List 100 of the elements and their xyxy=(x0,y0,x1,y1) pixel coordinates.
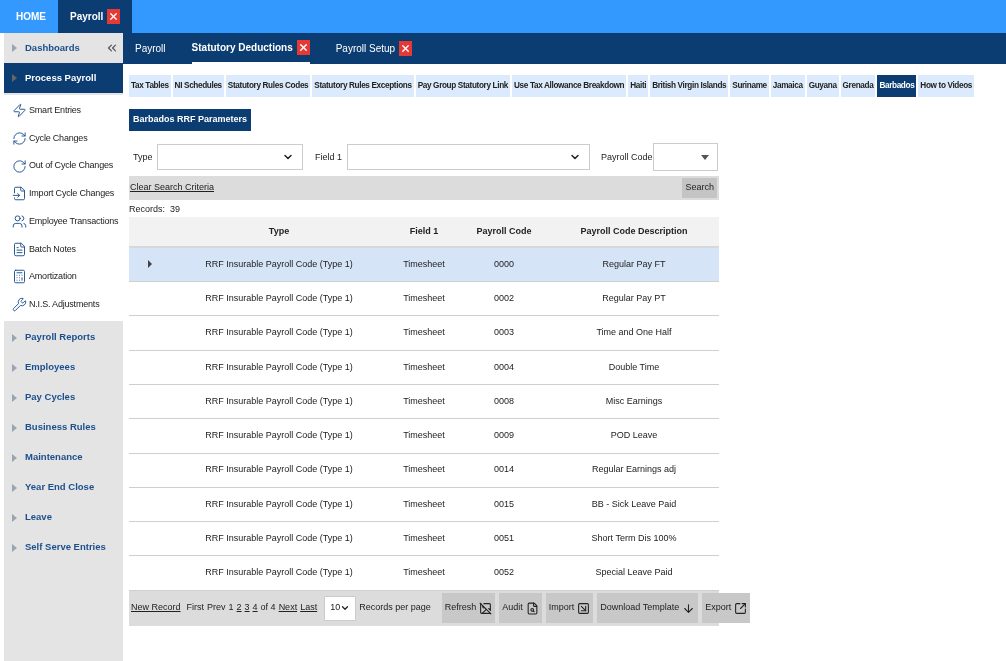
pager-text: 1 xyxy=(228,601,234,615)
module-tab[interactable]: Statutory Deductions xyxy=(191,33,310,64)
sub-tab[interactable]: British Virgin Islands xyxy=(650,75,729,97)
sidebar-item[interactable]: Year End Close xyxy=(4,472,123,503)
column-header[interactable]: Field 1 xyxy=(389,224,459,238)
search-button[interactable]: Search xyxy=(682,177,717,198)
pager-link[interactable]: 2 xyxy=(236,601,242,615)
sub-tab[interactable]: Statutory Rules Exceptions xyxy=(312,75,414,97)
close-button[interactable] xyxy=(107,9,121,24)
table-cell-text: Regular Earnings adj xyxy=(590,463,678,477)
sidebar-item[interactable]: Dashboards xyxy=(4,33,123,63)
close-button[interactable] xyxy=(296,40,310,55)
down-arrow-icon xyxy=(682,601,696,615)
sub-tab[interactable]: Pay Group Statutory Link xyxy=(415,75,510,97)
per-page-select[interactable]: 10 xyxy=(324,595,357,621)
table-cell-text: RRF Insurable Payroll Code (Type 1) xyxy=(204,532,354,545)
sidebar-item[interactable]: Self Serve Entries xyxy=(4,532,123,563)
table-cell-text: 0015 xyxy=(493,497,515,511)
table-cell-text: RRF Insurable Payroll Code (Type 1) xyxy=(204,291,354,305)
top-tab[interactable]: Payroll xyxy=(58,0,133,33)
table-cell-text: Special Leave Paid xyxy=(594,566,674,580)
table-cell-text: RRF Insurable Payroll Code (Type 1) xyxy=(204,257,354,271)
document-icon xyxy=(12,241,27,257)
caret-icon xyxy=(12,453,17,462)
toolbar-button[interactable]: Audit xyxy=(499,593,542,624)
table-cell-text: 0004 xyxy=(493,360,515,374)
sub-tab[interactable]: Jamaica xyxy=(770,75,805,97)
filter-label: Field 1 xyxy=(315,150,343,164)
toolbar-button[interactable]: Download Template xyxy=(597,593,699,624)
sub-tab[interactable]: NI Schedules xyxy=(172,75,224,97)
sidebar-item[interactable]: Pay Cycles xyxy=(4,382,123,413)
caret-icon xyxy=(12,74,17,82)
collapse-icon[interactable] xyxy=(105,41,119,55)
toolbar-button[interactable]: Export xyxy=(702,593,751,624)
section-button[interactable]: Barbados RRF Parameters xyxy=(129,108,252,131)
pager-text: Prev xyxy=(207,601,226,615)
sub-tab[interactable]: Suriname xyxy=(730,75,769,97)
toolbar-button[interactable]: Import xyxy=(545,593,594,624)
sub-tab[interactable]: Guyana xyxy=(806,75,839,97)
table-cell-text: 0000 xyxy=(493,257,515,271)
table-cell-text: Timesheet xyxy=(402,497,446,511)
table-cell-text: 0052 xyxy=(493,566,515,580)
sub-tab[interactable]: Use Tax Allowance Breakdown xyxy=(512,75,627,97)
sidebar-item[interactable]: Leave xyxy=(4,502,123,533)
sidebar-subitem[interactable]: Import Cycle Changes xyxy=(29,187,115,201)
sub-tab[interactable]: Haiti xyxy=(628,75,649,97)
pager-link[interactable]: 4 xyxy=(252,601,258,615)
table-cell-text: 0002 xyxy=(493,291,515,305)
clear-search-link[interactable]: Clear Search Criteria xyxy=(130,181,215,195)
column-header[interactable]: Payroll Code Description xyxy=(549,224,719,238)
sub-tab[interactable]: How to Videos xyxy=(918,75,975,97)
sidebar-item[interactable]: Employees xyxy=(4,352,123,383)
table-cell-text: Double Time xyxy=(607,360,661,374)
sidebar-subitem[interactable]: Amortization xyxy=(29,270,77,284)
table-cell-text: POD Leave xyxy=(609,429,659,443)
export-icon xyxy=(734,601,748,615)
table-cell-text: 0003 xyxy=(493,326,515,340)
import-icon xyxy=(12,186,27,202)
sidebar-item[interactable]: Business Rules xyxy=(4,412,123,443)
pager-link[interactable]: Last xyxy=(300,601,318,615)
pager-link[interactable]: 3 xyxy=(244,601,250,615)
column-header[interactable]: Type xyxy=(169,224,389,238)
table-cell-text: 0009 xyxy=(493,429,515,443)
sidebar-item[interactable]: Process Payroll xyxy=(4,63,123,93)
caret-icon xyxy=(12,333,17,342)
import-icon xyxy=(577,601,591,615)
toolbar-button[interactable]: Refresh xyxy=(441,593,496,624)
close-button[interactable] xyxy=(399,41,413,56)
sidebar-subitem[interactable]: Employee Transactions xyxy=(29,214,119,229)
pager-link[interactable]: Next xyxy=(278,601,298,615)
field1-select[interactable] xyxy=(347,144,590,171)
table-cell-text: Misc Earnings xyxy=(604,394,664,408)
sub-tab[interactable]: Barbados xyxy=(877,75,917,97)
expand-icon[interactable] xyxy=(148,260,152,269)
new-record-link[interactable]: New Record xyxy=(131,601,181,615)
module-tab[interactable]: Payroll xyxy=(135,33,166,64)
sidebar-subitem[interactable]: N.I.S. Adjustments xyxy=(29,297,100,312)
sub-tab[interactable]: Tax Tables xyxy=(129,75,171,97)
people-icon xyxy=(12,214,27,230)
sub-tab[interactable]: Statutory Rules Codes xyxy=(225,75,311,97)
pager-text: of 4 xyxy=(260,601,276,615)
sub-tab[interactable]: Grenada xyxy=(840,75,876,97)
table-cell-text: Timesheet xyxy=(402,291,446,305)
sidebar-item[interactable]: Maintenance xyxy=(4,442,123,473)
sidebar-subitem[interactable]: Smart Entries xyxy=(29,104,81,118)
per-page-label: Records per page xyxy=(359,601,431,615)
module-tab[interactable]: Payroll Setup xyxy=(335,33,413,64)
sidebar-subitem[interactable]: Batch Notes xyxy=(29,242,76,257)
table-cell-text: RRF Insurable Payroll Code (Type 1) xyxy=(204,360,354,374)
lightning-icon xyxy=(12,103,27,119)
sidebar-subitem[interactable]: Out of Cycle Changes xyxy=(29,159,114,173)
table-cell-text: Timesheet xyxy=(402,566,446,580)
sidebar-subitem[interactable]: Cycle Changes xyxy=(29,131,88,146)
table-cell-text: Short Term Dis 100% xyxy=(590,532,678,545)
table-cell-text: Regular Pay FT xyxy=(601,257,667,271)
table-row[interactable]: RRF Insurable Payroll Code (Type 1) Timesheet 0000 Regular Pay FT xyxy=(129,247,719,283)
table-cell-text: Timesheet xyxy=(402,326,446,340)
column-header[interactable]: Payroll Code xyxy=(459,224,549,238)
table-cell-text: Regular Pay PT xyxy=(601,291,667,305)
sidebar-item[interactable]: Payroll Reports xyxy=(4,322,123,353)
